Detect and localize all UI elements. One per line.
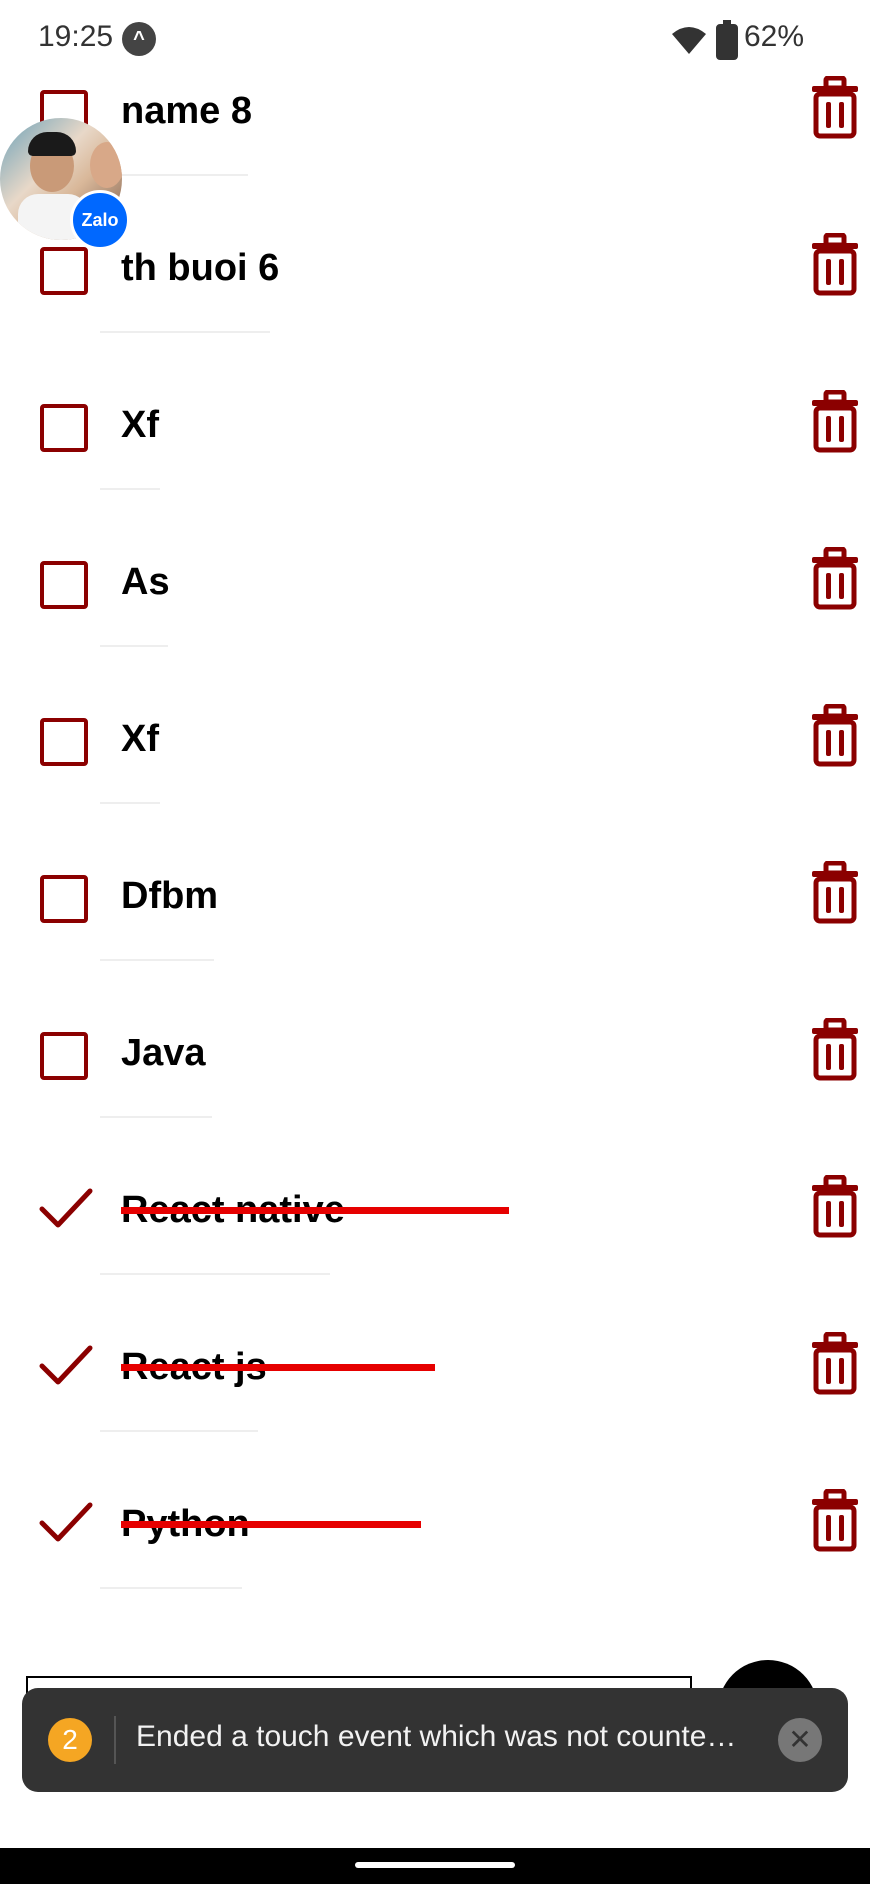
todo-checkbox[interactable] xyxy=(40,875,88,923)
strikethrough-line xyxy=(121,1207,509,1214)
todo-label: th buoi 6 xyxy=(121,247,280,289)
trash-icon[interactable] xyxy=(806,1018,864,1082)
toast-divider xyxy=(114,1716,116,1764)
trash-icon[interactable] xyxy=(806,861,864,925)
warning-toast[interactable]: 2 Ended a touch event which was not coun… xyxy=(22,1688,848,1792)
todo-checkbox[interactable] xyxy=(40,404,88,452)
todo-item: As xyxy=(0,541,870,698)
trash-icon[interactable] xyxy=(806,390,864,454)
todo-item: Xf xyxy=(0,384,870,541)
divider xyxy=(100,1587,242,1589)
divider xyxy=(100,1430,258,1432)
trash-icon[interactable] xyxy=(806,76,864,140)
todo-label: Xf xyxy=(121,404,159,446)
status-time: 19:25 xyxy=(38,20,114,53)
todo-label: Xf xyxy=(121,718,159,760)
avatar-photo-person xyxy=(28,132,76,156)
strikethrough-line xyxy=(121,1521,421,1528)
todo-checkbox[interactable] xyxy=(40,561,88,609)
divider xyxy=(100,802,160,804)
todo-item: th buoi 6 xyxy=(0,227,870,384)
todo-label: Java xyxy=(121,1032,206,1074)
close-icon[interactable]: ✕ xyxy=(778,1718,822,1762)
todo-item: Java xyxy=(0,1012,870,1169)
battery-icon xyxy=(716,20,738,60)
divider xyxy=(100,1116,212,1118)
warning-count-badge: 2 xyxy=(48,1718,92,1762)
check-icon[interactable] xyxy=(38,1183,94,1233)
trash-icon[interactable] xyxy=(806,233,864,297)
status-bar: 19:25 ^ 62% xyxy=(0,0,870,78)
divider xyxy=(100,645,168,647)
app-notification-icon: ^ xyxy=(122,22,156,56)
todo-label: name 8 xyxy=(121,90,252,132)
trash-icon[interactable] xyxy=(806,704,864,768)
todo-item-completed: React js xyxy=(0,1326,870,1483)
todo-item-completed: React native xyxy=(0,1169,870,1326)
todo-item-completed: Python xyxy=(0,1483,870,1640)
divider xyxy=(100,1273,330,1275)
divider xyxy=(100,959,214,961)
todo-label: As xyxy=(121,561,170,603)
todo-checkbox[interactable] xyxy=(40,718,88,766)
home-gesture-handle[interactable] xyxy=(355,1862,515,1868)
trash-icon[interactable] xyxy=(806,1332,864,1396)
toast-message: Ended a touch event which was not counte… xyxy=(136,1720,737,1753)
check-icon[interactable] xyxy=(38,1340,94,1390)
strikethrough-line xyxy=(121,1364,435,1371)
trash-icon[interactable] xyxy=(806,1175,864,1239)
todo-item: Xf xyxy=(0,698,870,855)
todo-item: Dfbm xyxy=(0,855,870,1012)
battery-percent: 62% xyxy=(744,20,805,53)
divider xyxy=(100,331,270,333)
divider xyxy=(100,488,160,490)
todo-label: Dfbm xyxy=(121,875,219,917)
trash-icon[interactable] xyxy=(806,1489,864,1553)
zalo-badge: Zalo xyxy=(70,190,130,250)
wifi-icon xyxy=(672,26,706,62)
todo-checkbox[interactable] xyxy=(40,1032,88,1080)
check-icon[interactable] xyxy=(38,1497,94,1547)
avatar-photo-person xyxy=(90,142,122,188)
todo-checkbox[interactable] xyxy=(40,247,88,295)
trash-icon[interactable] xyxy=(806,547,864,611)
todo-item: name 8 xyxy=(0,70,870,227)
divider xyxy=(100,174,248,176)
